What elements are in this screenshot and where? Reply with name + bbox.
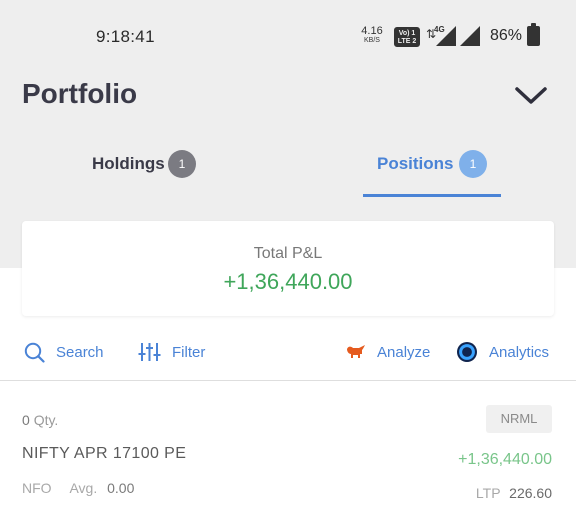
analyze-label: Analyze [377,343,431,361]
analyze-button[interactable]: Analyze [345,340,430,364]
net-speed: 4.16 KB/S [358,25,386,45]
analytics-button[interactable]: Analytics [456,340,549,364]
volte-line-2: LTE 2 [397,38,417,45]
battery-icon [527,23,540,46]
tab-holdings[interactable]: Holdings 1 [88,142,228,198]
position-qty-value: 0 [22,412,30,428]
position-qty: 0 Qty. [22,412,58,428]
battery-percent: 86% [490,27,523,44]
tab-holdings-label: Holdings [92,154,165,173]
tab-holdings-count-badge: 1 [168,150,196,178]
page-title: Portfolio [22,78,138,109]
filter-sliders-icon [138,343,161,361]
position-pnl: +1,36,440.00 [458,451,552,468]
tab-positions[interactable]: Positions 1 [363,142,501,198]
search-label: Search [56,343,104,361]
total-pnl-label: Total P&L [253,245,323,262]
ltp-label: LTP [475,485,501,501]
volte-line-1: Vo) 1 [398,30,416,37]
net-speed-unit: KB/S [364,37,380,44]
active-tab-indicator [363,194,501,197]
bull-icon [347,345,365,358]
exchange-label: NFO [22,480,52,496]
analytics-label: Analytics [489,343,550,361]
filter-button[interactable]: Filter [138,340,205,364]
avg-label: Avg. [69,480,98,496]
tab-positions-label: Positions [377,154,454,173]
position-symbol: NIFTY APR 17100 PE [22,445,187,462]
status-bar: 9:18:41 4.16 KB/S Vo) 1 LTE 2 ⇅ 4G 86% [0,0,576,72]
tab-positions-count-badge: 1 [459,150,487,178]
analytics-ring-icon [457,342,477,362]
chevron-down-icon[interactable] [512,82,550,108]
position-ltp: LTP 226.60 [476,485,552,501]
signal-icon-sim1 [436,26,456,46]
signal-icon-sim2 [460,26,480,46]
position-qty-label: Qty. [33,412,59,428]
filter-label: Filter [172,343,206,361]
avg-value: 0.00 [107,480,135,496]
total-pnl-value: +1,36,440.00 [223,269,353,294]
position-exchange-avg: NFO Avg. 0.00 [22,480,134,496]
net-speed-value: 4.16 [361,25,383,37]
search-icon [24,342,45,363]
ltp-value: 226.60 [509,485,552,501]
search-button[interactable]: Search [24,340,104,364]
product-type-badge: NRML [486,405,552,433]
clock: 9:18:41 [96,27,155,46]
volte-icon: Vo) 1 LTE 2 [394,27,420,47]
total-pnl-card: Total P&L +1,36,440.00 [22,221,554,316]
position-row[interactable]: 0 Qty. NRML NIFTY APR 17100 PE +1,36,440… [0,381,576,518]
